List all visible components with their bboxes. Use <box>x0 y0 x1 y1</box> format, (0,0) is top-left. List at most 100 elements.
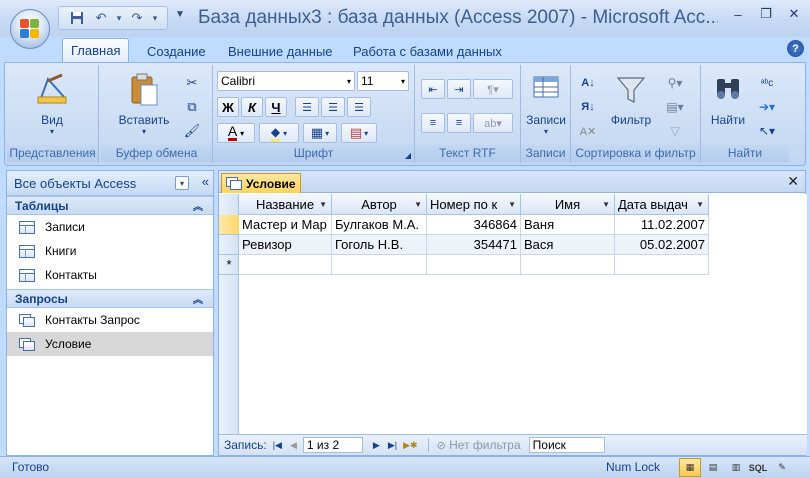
filter-status[interactable]: ⊘ Нет фильтра <box>427 438 521 452</box>
indent-decrease-icon[interactable]: ⇤ <box>421 79 445 99</box>
search-input[interactable]: Поиск <box>528 437 605 453</box>
table-cell[interactable]: 354471 <box>427 235 521 255</box>
last-record-icon[interactable]: ▶| <box>388 440 397 451</box>
fill-color-button[interactable]: ◆ ▾ <box>259 123 299 143</box>
gridlines-button[interactable]: ▦ ▾ <box>303 123 337 143</box>
dialog-launcher-icon[interactable]: ◢ <box>405 151 411 160</box>
tab-external-data[interactable]: Внешние данные <box>220 40 341 62</box>
table-cell[interactable]: Гоголь Н.В. <box>332 235 427 255</box>
indent-increase-icon[interactable]: ⇥ <box>447 79 471 99</box>
records-button[interactable]: Записи ▾ <box>521 71 571 136</box>
column-header[interactable]: Номер по к ▼ <box>427 194 521 215</box>
next-record-icon[interactable]: ▶ <box>373 440 380 451</box>
nav-item-table[interactable]: Книги <box>7 239 213 263</box>
new-record-cell[interactable] <box>332 255 427 275</box>
table-cell[interactable]: Ваня <box>521 215 615 235</box>
select-icon[interactable]: ↖▾ <box>755 121 779 141</box>
new-record-cell[interactable] <box>239 255 332 275</box>
chevron-down-icon[interactable]: ▼ <box>602 200 610 209</box>
undo-dropdown-icon[interactable]: ▾ <box>115 9 123 27</box>
copy-icon[interactable]: ⧉ <box>181 97 203 117</box>
undo-icon[interactable]: ↶ <box>91 9 111 27</box>
table-cell[interactable]: Булгаков М.А. <box>332 215 427 235</box>
alt-fill-button[interactable]: ▤ ▾ <box>341 123 377 143</box>
find-button[interactable]: Найти <box>703 71 753 127</box>
design-view-icon[interactable]: ✎ <box>771 458 793 477</box>
close-document-icon[interactable]: ✕ <box>787 173 799 190</box>
nav-pane-header[interactable]: Все объекты Access ▾ « <box>7 171 213 196</box>
selection-filter-icon[interactable]: ⚲▾ <box>661 73 689 93</box>
advanced-filter-icon[interactable]: ▤▾ <box>661 97 689 117</box>
tab-create[interactable]: Создание <box>139 40 214 62</box>
new-record-cell[interactable] <box>615 255 709 275</box>
customize-qat-icon[interactable]: ▼ <box>175 9 185 20</box>
record-selector[interactable] <box>219 235 239 255</box>
font-color-button[interactable]: A ▾ <box>217 123 255 143</box>
new-record-cell[interactable] <box>427 255 521 275</box>
font-name-select[interactable]: Calibri ▾ <box>217 71 355 91</box>
clear-sort-icon[interactable]: A✕ <box>577 121 599 141</box>
redo-dropdown-icon[interactable]: ▾ <box>151 9 159 27</box>
collapse-icon[interactable]: ︽ <box>193 291 203 306</box>
toggle-filter-icon[interactable]: ▽ <box>661 121 689 141</box>
table-cell[interactable]: Вася <box>521 235 615 255</box>
new-record-icon[interactable]: ▶✱ <box>403 440 417 451</box>
column-header[interactable]: Дата выдач ▼ <box>615 194 709 215</box>
first-record-icon[interactable]: |◀ <box>273 440 282 451</box>
document-tab-query[interactable]: Условие <box>221 173 301 193</box>
chevron-down-icon[interactable]: ▼ <box>414 200 422 209</box>
office-button[interactable] <box>10 9 50 49</box>
section-queries[interactable]: Запросы ︽ <box>7 289 213 308</box>
format-painter-icon[interactable]: 🖌 <box>181 121 203 141</box>
column-header[interactable]: Имя ▼ <box>521 194 615 215</box>
datasheet-view-icon[interactable]: ▦ <box>679 458 701 477</box>
column-header[interactable]: Название ▼ <box>239 194 332 215</box>
view-button[interactable]: Вид ▾ <box>25 71 79 136</box>
chevron-down-icon[interactable]: ▼ <box>319 200 327 209</box>
redo-icon[interactable]: ↷ <box>127 9 147 27</box>
align-left-icon[interactable]: ☰ <box>295 97 319 117</box>
pivot-chart-view-icon[interactable]: ▥ <box>725 458 747 477</box>
paragraph-direction-icon[interactable]: ¶▾ <box>473 79 513 99</box>
close-button[interactable]: ✕ <box>781 4 807 24</box>
new-record-cell[interactable] <box>521 255 615 275</box>
numbered-list-icon[interactable]: ≡ <box>421 113 445 133</box>
save-icon[interactable] <box>67 9 87 27</box>
cut-icon[interactable]: ✂ <box>181 73 203 93</box>
record-position-input[interactable]: 1 из 2 <box>302 437 363 453</box>
font-size-select[interactable]: 11 ▾ <box>357 71 409 91</box>
nav-item-table[interactable]: Записи <box>7 215 213 239</box>
underline-button[interactable]: Ч <box>265 97 287 117</box>
sort-descending-icon[interactable]: Я↓ <box>577 97 599 117</box>
paste-button[interactable]: Вставить ▾ <box>109 71 179 136</box>
highlight-icon[interactable]: ab▾ <box>473 113 513 133</box>
section-tables[interactable]: Таблицы ︽ <box>7 196 213 215</box>
column-header[interactable]: Автор ▼ <box>332 194 427 215</box>
align-right-icon[interactable]: ☰ <box>347 97 371 117</box>
filter-button[interactable]: Фильтр <box>605 71 657 127</box>
sort-ascending-icon[interactable]: A↓ <box>577 73 599 93</box>
bullet-list-icon[interactable]: ≡ <box>447 113 471 133</box>
collapse-icon[interactable]: ︽ <box>193 198 203 213</box>
tab-home[interactable]: Главная <box>62 38 130 62</box>
chevron-down-icon[interactable]: ▼ <box>508 200 516 209</box>
italic-button[interactable]: К <box>241 97 263 117</box>
previous-record-icon[interactable]: ◀ <box>290 440 297 451</box>
new-record-marker[interactable]: * <box>219 255 239 275</box>
nav-item-query-selected[interactable]: Условие <box>7 332 213 356</box>
align-center-icon[interactable]: ☰ <box>321 97 345 117</box>
chevron-down-icon[interactable]: ▼ <box>696 200 704 209</box>
sql-view-button[interactable]: SQL <box>746 458 770 477</box>
table-cell[interactable]: Ревизор <box>239 235 332 255</box>
table-cell[interactable]: Мастер и Мар <box>239 215 332 235</box>
tab-database-tools[interactable]: Работа с базами данных <box>345 40 510 62</box>
table-cell[interactable]: 346864 <box>427 215 521 235</box>
nav-menu-icon[interactable]: ▾ <box>175 176 189 190</box>
bold-button[interactable]: Ж <box>217 97 239 117</box>
table-cell[interactable]: 05.02.2007 <box>615 235 709 255</box>
minimize-button[interactable]: – <box>725 4 751 24</box>
goto-icon[interactable]: ➔▾ <box>755 97 779 117</box>
shutter-bar-icon[interactable]: « <box>202 174 209 189</box>
pivot-table-view-icon[interactable]: ▤ <box>702 458 724 477</box>
nav-item-table[interactable]: Контакты <box>7 263 213 287</box>
